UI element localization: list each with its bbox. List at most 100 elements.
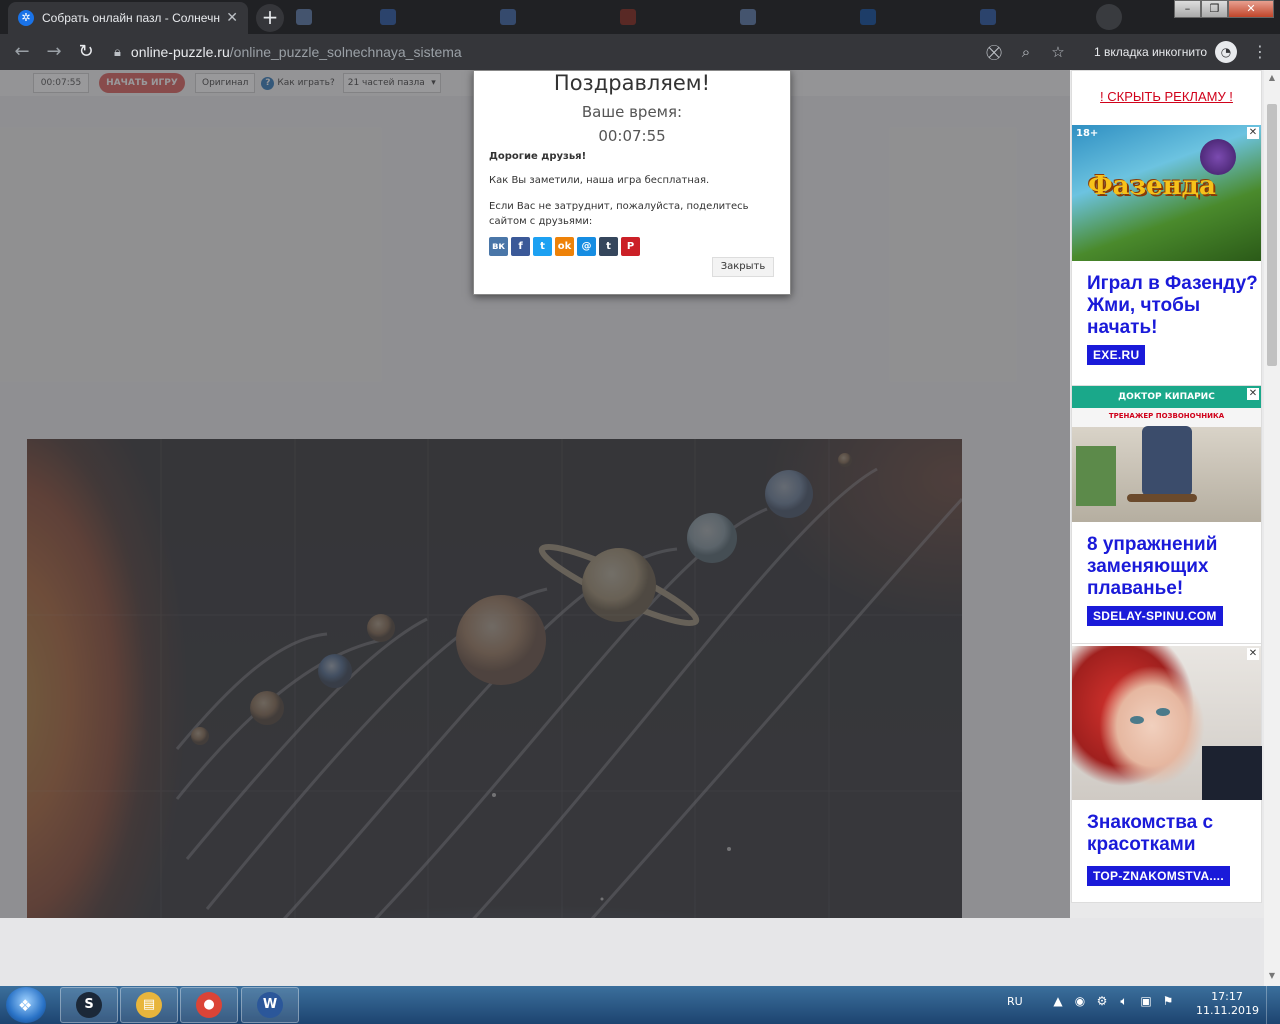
background-tab[interactable] <box>980 6 996 28</box>
close-icon[interactable]: ✕ <box>1247 388 1259 400</box>
new-tab-button[interactable]: + <box>256 4 284 32</box>
ad-fazenda[interactable]: 18+ Фазенда ✕ Играл в Фазенду? Жми, чтоб… <box>1072 125 1261 381</box>
close-window-button[interactable]: ✕ <box>1228 0 1274 18</box>
clock-date: 11.11.2019 <box>1196 1004 1259 1017</box>
lock-icon[interactable]: 🔒︎ <box>114 45 121 60</box>
tab-favicon-icon <box>296 9 312 25</box>
background-tab[interactable] <box>740 6 756 28</box>
ad-dating[interactable]: ✕ Знакомства с красотками TOP-ZNAKOMSTVA… <box>1072 646 1262 902</box>
browser-toolbar: ← → ↻ 🔒︎ online-puzzle.ru /online_puzzle… <box>0 34 1280 70</box>
ad-spine-trainer[interactable]: ДОКТОР КИПАРИС ТРЕНАЖЕР ПОЗВОНОЧНИКА ✕ 8… <box>1072 386 1261 642</box>
taskbar-app-word[interactable]: W <box>241 987 299 1023</box>
time-value: 00:07:55 <box>598 127 666 145</box>
ad-image[interactable]: 18+ Фазенда ✕ <box>1072 125 1261 261</box>
profile-icon[interactable] <box>1096 4 1122 30</box>
ad-subtitle: ТРЕНАЖЕР ПОЗВОНОЧНИКА <box>1108 412 1225 420</box>
address-bar[interactable]: 🔒︎ online-puzzle.ru /online_puzzle_solne… <box>108 38 1008 66</box>
background-tab[interactable] <box>860 6 876 28</box>
background-tab[interactable] <box>296 6 312 28</box>
system-tray: ▲ ◉ ⚙ 🔈︎ ▣ ⚑ <box>1050 994 1176 1009</box>
flag-icon[interactable]: ⚑ <box>1160 994 1176 1009</box>
tab-active[interactable]: ✲ Собрать онлайн пазл - Солнечн ✕ <box>8 2 248 34</box>
back-arrow-icon[interactable]: ← <box>6 36 38 68</box>
show-desktop-button[interactable] <box>1266 986 1280 1024</box>
ad-text[interactable]: Играл в Фазенду? Жми, чтобы начать! <box>1087 273 1259 339</box>
taskbar-app-file-explorer[interactable]: ▤ <box>120 987 178 1023</box>
blocked-content-icon[interactable]: ⛒ <box>985 43 1003 61</box>
hide-ads-link[interactable]: ! СКРЫТЬ РЕКЛАМУ ! <box>1072 89 1261 104</box>
share-request-text: Если Вас не затруднит, пожалуйста, подел… <box>489 201 749 227</box>
background-tab[interactable] <box>620 6 636 28</box>
share-tumblr-button[interactable]: t <box>599 237 618 256</box>
network-icon[interactable]: ▣ <box>1138 994 1154 1009</box>
puzzle-board[interactable] <box>27 439 962 969</box>
url-path: /online_puzzle_solnechnaya_sistema <box>229 44 462 60</box>
scrollbar[interactable]: ▲ ▼ <box>1264 70 1280 986</box>
tab-strip: ✲ Собрать онлайн пазл - Солнечн ✕ + – ❐ … <box>0 0 1280 34</box>
volume-icon[interactable]: 🔈︎ <box>1116 994 1132 1009</box>
background-tab[interactable] <box>380 6 396 28</box>
url-host: online-puzzle.ru <box>130 44 230 60</box>
ad-domain[interactable]: TOP-ZNAKOMSTVA.... <box>1087 866 1230 886</box>
ad-text[interactable]: 8 упражнений заменяющих плаванье! <box>1087 534 1259 600</box>
close-icon[interactable]: ✕ <box>1247 648 1259 660</box>
help-link[interactable]: ? Как играть? <box>261 76 335 90</box>
start-button[interactable]: ❖ <box>6 987 46 1023</box>
scroll-thumb[interactable] <box>1267 104 1277 366</box>
share-facebook-button[interactable]: f <box>511 237 530 256</box>
ad-text[interactable]: Знакомства с красотками <box>1087 812 1259 856</box>
tray-expand-icon[interactable]: ▲ <box>1050 994 1066 1009</box>
share-mailru-button[interactable]: @ <box>577 237 596 256</box>
menu-icon[interactable]: ⋮ <box>1252 34 1268 70</box>
tab-title: Собрать онлайн пазл - Солнечн <box>42 11 220 25</box>
share-vk-button[interactable]: вк <box>489 237 508 256</box>
scroll-down-icon[interactable]: ▼ <box>1264 968 1280 984</box>
share-pinterest-button[interactable]: P <box>621 237 640 256</box>
person-figure <box>1142 426 1192 496</box>
share-buttons: вк f t ok @ t P <box>489 237 640 256</box>
ad-image[interactable]: ✕ <box>1072 646 1262 800</box>
puzzle-icon: ✲ <box>18 10 34 26</box>
steam-tray-icon[interactable]: ⚙ <box>1094 994 1110 1009</box>
pieces-select-value: 21 частей пазла <box>347 78 425 88</box>
clock-time: 17:17 <box>1211 990 1243 1003</box>
star-icon[interactable]: ☆ <box>1049 43 1067 61</box>
background-tab[interactable] <box>500 6 516 28</box>
game-timer: 00:07:55 <box>33 73 89 93</box>
reload-icon[interactable]: ↻ <box>70 36 102 68</box>
share-twitter-button[interactable]: t <box>533 237 552 256</box>
original-button[interactable]: Оригинал <box>195 73 256 93</box>
age-badge: 18+ <box>1076 128 1099 139</box>
chrome-icon: ● <box>196 992 222 1018</box>
start-game-button[interactable]: НАЧАТЬ ИГРУ <box>99 73 185 93</box>
steam-icon: S <box>76 992 102 1018</box>
scroll-up-icon[interactable]: ▲ <box>1264 70 1280 86</box>
congratulations-modal: Поздравляем! Ваше время: 00:07:55 Дороги… <box>473 70 791 295</box>
zoom-icon[interactable]: ⌕ <box>1017 43 1035 61</box>
grapes-icon <box>1200 139 1236 175</box>
taskbar-app-steam[interactable]: S <box>60 987 118 1023</box>
ad-domain[interactable]: EXE.RU <box>1087 345 1146 365</box>
pieces-select[interactable]: 21 частей пазла ▾ <box>342 73 441 93</box>
incognito-label[interactable]: 1 вкладка инкогнито <box>1094 34 1207 70</box>
share-odnoklassniki-button[interactable]: ok <box>555 237 574 256</box>
close-icon[interactable]: ✕ <box>1247 127 1259 139</box>
minimize-button[interactable]: – <box>1174 0 1201 18</box>
restore-button[interactable]: ❐ <box>1201 0 1228 18</box>
chrome-tray-icon[interactable]: ◉ <box>1072 994 1088 1009</box>
close-icon[interactable]: ✕ <box>226 10 238 26</box>
tab-favicon-icon <box>380 9 396 25</box>
dropdown-arrow-icon: ▾ <box>431 78 436 88</box>
taskbar-app-chrome[interactable]: ● <box>180 987 238 1023</box>
tab-favicon-icon <box>860 9 876 25</box>
forward-arrow-icon[interactable]: → <box>38 36 70 68</box>
tab-favicon-icon <box>740 9 756 25</box>
language-indicator[interactable]: RU <box>1007 995 1023 1008</box>
system-clock[interactable]: 17:17 11.11.2019 <box>1196 990 1259 1018</box>
ad-domain[interactable]: SDELAY-SPINU.COM <box>1087 606 1223 626</box>
window-controls: – ❐ ✕ <box>1174 0 1274 18</box>
close-modal-button[interactable]: Закрыть <box>712 257 774 277</box>
ad-image[interactable]: ДОКТОР КИПАРИС ТРЕНАЖЕР ПОЗВОНОЧНИКА ✕ <box>1072 386 1261 522</box>
incognito-icon[interactable]: ◔ <box>1215 41 1237 63</box>
eye-decor <box>1156 708 1170 716</box>
